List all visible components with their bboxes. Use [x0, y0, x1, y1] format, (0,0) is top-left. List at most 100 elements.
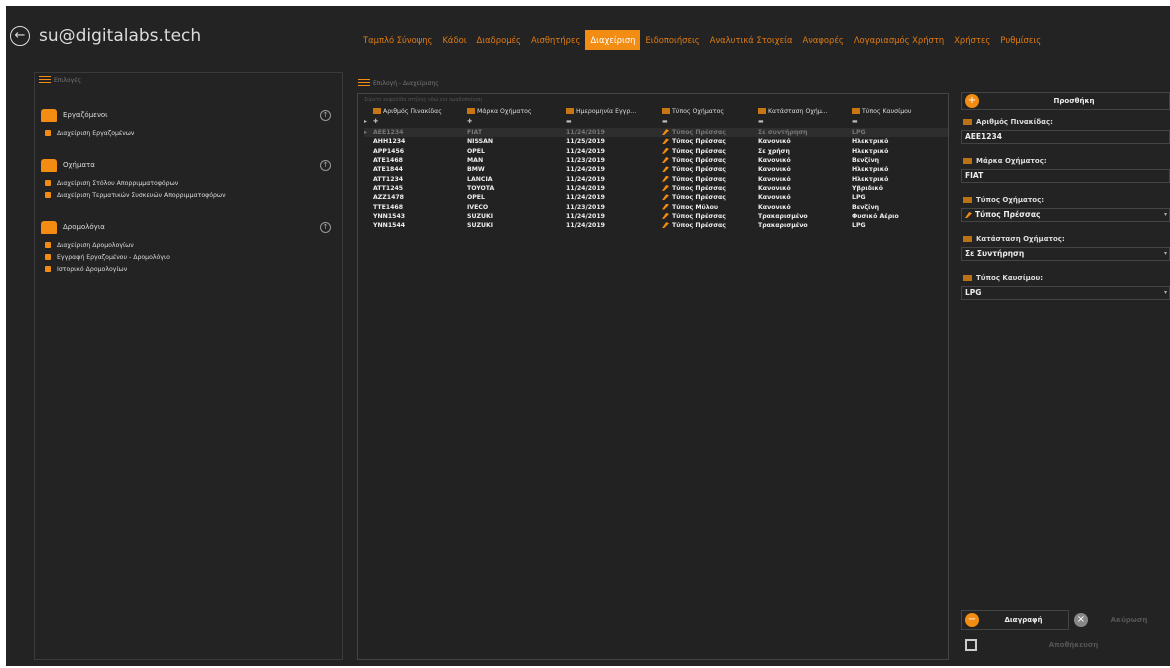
- options-panel: Επιλογές Εργαζόμενοι ↑ Διαχείριση Εργαζομέ…: [34, 72, 343, 660]
- field-input[interactable]: FIAT: [961, 169, 1170, 183]
- grid-panel: Επιλογή - Διαχείρισης Σύρετε κεφαλίδα στ…: [350, 72, 949, 660]
- chevron-down-icon[interactable]: ▾: [1164, 209, 1167, 221]
- tab-5[interactable]: Ειδοποιήσεις: [640, 30, 704, 50]
- edit-form: + Προσθήκη Αριθμός Πινακίδας: AEE1234 Μάρκ…: [961, 92, 1170, 662]
- option-item-label: Διαχείριση Δρομολογίων: [57, 241, 134, 249]
- tab-3[interactable]: Αισθητήρες: [526, 30, 585, 50]
- table-cell: ATE1468: [373, 157, 467, 164]
- column-icon: [852, 108, 860, 114]
- item-icon: [45, 242, 51, 248]
- table-row[interactable]: ATE1844 BMW 11/24/2019 Τύπος Πρέσσας Κανονικ…: [364, 165, 948, 174]
- column-header[interactable]: Ημερομηνία Εγγρ...: [566, 106, 662, 116]
- tab-0[interactable]: Ταμπλό Σύνοψης: [358, 30, 437, 50]
- cell-value: 11/23/2019: [566, 203, 605, 211]
- item-icon: [45, 254, 51, 260]
- close-icon: ×: [1074, 613, 1088, 627]
- table-row[interactable]: APP1456 OPEL 11/24/2019 Τύπος Πρέσσας Σε χρή…: [364, 147, 948, 156]
- save-button[interactable]: Αποθήκευση: [961, 635, 1170, 655]
- field-input[interactable]: AEE1234: [961, 130, 1170, 144]
- item-icon: [45, 180, 51, 186]
- group-icon: [41, 108, 57, 122]
- table-cell: 11/24/2019: [566, 176, 662, 183]
- column-header[interactable]: Αριθμός Πινακίδας: [373, 106, 467, 116]
- collapse-icon[interactable]: ↑: [320, 221, 331, 233]
- table-cell: LPG: [852, 194, 948, 201]
- cell-value: 11/24/2019: [566, 147, 605, 155]
- add-label: Προσθήκη: [1053, 97, 1095, 105]
- cell-value: SUZUKI: [467, 212, 494, 220]
- table-cell: Κανονικό: [758, 194, 852, 201]
- tab-8[interactable]: Λογαριασμός Χρήστη: [849, 30, 949, 50]
- table-row[interactable]: ATE1468 MAN 11/23/2019 Τύπος Πρέσσας Κανονικ…: [364, 156, 948, 165]
- chevron-down-icon[interactable]: ▾: [1164, 248, 1167, 260]
- field-label-text: Τύπος Οχήματος:: [976, 196, 1045, 204]
- field-label: Κατάσταση Οχήματος:: [963, 235, 1065, 243]
- column-header[interactable]: Τύπος Καυσίμου: [852, 106, 948, 116]
- tab-9[interactable]: Χρήστες: [949, 30, 995, 50]
- option-item[interactable]: Εγγραφή Εργαζομένου - Δρομολόγιο: [41, 251, 336, 263]
- table-cell: OPEL: [467, 194, 566, 201]
- cell-value: Φυσικό Αέριο: [852, 212, 899, 220]
- field-input[interactable]: Σε Συντήρηση ▾: [961, 247, 1170, 261]
- collapse-icon[interactable]: ↑: [320, 159, 331, 171]
- vehicle-type-icon: [662, 194, 669, 201]
- table-cell: Ηλεκτρικό: [852, 176, 948, 183]
- group-header[interactable]: Οχήματα ↑: [41, 153, 336, 177]
- cell-value: TTE1468: [373, 203, 404, 211]
- delete-button[interactable]: − Διαγραφή: [961, 610, 1069, 630]
- cancel-button[interactable]: × Ακύρωση: [1071, 610, 1170, 630]
- cell-value: Τρακαρισμένο: [758, 222, 808, 230]
- column-header[interactable]: Τύπος Οχήματος: [662, 106, 758, 116]
- item-icon: [45, 192, 51, 198]
- back-arrow-icon[interactable]: ←: [10, 26, 30, 46]
- field-label: Αριθμός Πινακίδας:: [963, 118, 1053, 126]
- cell-value: ATT1234: [373, 175, 404, 183]
- option-item[interactable]: Διαχείριση Στόλου Απορριμματοφόρων: [41, 177, 336, 189]
- tab-1[interactable]: Κάδοι: [437, 30, 471, 50]
- table-row[interactable]: YNN1544 SUZUKI 11/24/2019 Τύπος Πρέσσας Τρακ…: [364, 221, 948, 230]
- table-cell: 11/24/2019: [566, 129, 662, 136]
- table-row[interactable]: ▸ AEE1234 FIAT 11/24/2019 Τύπος Πρέσσας Σε συ…: [364, 128, 948, 138]
- cell-value: 11/24/2019: [566, 194, 605, 202]
- table-cell: ATT1245: [373, 185, 467, 192]
- table-cell: Φυσικό Αέριο: [852, 213, 948, 220]
- tab-7[interactable]: Αναφορές: [797, 30, 848, 50]
- cell-value: Τύπος Πρέσσας: [672, 138, 726, 146]
- column-header-label: Ημερομηνία Εγγρ...: [576, 107, 637, 115]
- option-item[interactable]: Ιστορικό Δρομολογίων: [41, 263, 336, 275]
- table-row[interactable]: YNN1543 SUZUKI 11/24/2019 Τύπος Πρέσσας Τρακ…: [364, 212, 948, 221]
- option-item[interactable]: Διαχείριση Τερματικών Συσκευών Απορριμμα…: [41, 189, 336, 201]
- option-item[interactable]: Διαχείριση Δρομολογίων: [41, 239, 336, 251]
- table-row[interactable]: ATT1245 TOYOTA 11/24/2019 Τύπος Πρέσσας Κανο…: [364, 184, 948, 193]
- tab-2[interactable]: Διαδρομές: [472, 30, 526, 50]
- table-cell: Τύπος Πρέσσας: [662, 194, 758, 201]
- field-input[interactable]: LPG ▾: [961, 286, 1170, 300]
- table-cell: Κανονικό: [758, 157, 852, 164]
- table-cell: Τύπος Πρέσσας: [662, 184, 758, 192]
- tab-4[interactable]: Διαχείριση: [585, 30, 641, 50]
- filter-row[interactable]: ▸ ✚ ✚ ▬ ▬ ▬ ▬: [364, 118, 948, 127]
- column-header-label: Τύπος Καυσίμου: [862, 107, 912, 115]
- group-header[interactable]: Δρομολόγια ↑: [41, 215, 336, 239]
- table-cell: ATT1234: [373, 176, 467, 183]
- table-row[interactable]: ATT1234 LANCIA 11/24/2019 Τύπος Πρέσσας Κανο…: [364, 174, 948, 183]
- vehicle-type-icon: [662, 129, 669, 136]
- cell-value: LPG: [852, 222, 866, 230]
- tab-6[interactable]: Αναλυτικά Στοιχεία: [705, 30, 798, 50]
- add-button[interactable]: + Προσθήκη: [961, 92, 1170, 110]
- collapse-icon[interactable]: ↑: [320, 109, 331, 121]
- column-header[interactable]: Κατάσταση Οχήμ...: [758, 106, 852, 116]
- column-header[interactable]: Μάρκα Οχήματος: [467, 106, 566, 116]
- field-input[interactable]: Τύπος Πρέσσας ▾: [961, 208, 1170, 222]
- table-row[interactable]: AHH1234 NISSAN 11/25/2019 Τύπος Πρέσσας Κανο…: [364, 137, 948, 146]
- table-cell: 11/24/2019: [566, 194, 662, 201]
- chevron-down-icon[interactable]: ▾: [1164, 287, 1167, 299]
- vehicle-type-icon: [662, 175, 669, 182]
- option-item[interactable]: Διαχείριση Εργαζομένων: [41, 127, 336, 139]
- app-window: ← su@digitalabs.tech Ταμπλό Σύνοψης Κάδοι…: [6, 6, 1170, 666]
- group-header[interactable]: Εργαζόμενοι ↑: [41, 103, 336, 127]
- table-row[interactable]: AZZ1478 OPEL 11/24/2019 Τύπος Πρέσσας Κανονι…: [364, 193, 948, 202]
- table-cell: Τύπος Πρέσσας: [662, 138, 758, 145]
- tab-10[interactable]: Ρυθμίσεις: [995, 30, 1046, 50]
- table-row[interactable]: TTE1468 IVECO 11/23/2019 Τύπος Μύλου Κανονικ…: [364, 202, 948, 211]
